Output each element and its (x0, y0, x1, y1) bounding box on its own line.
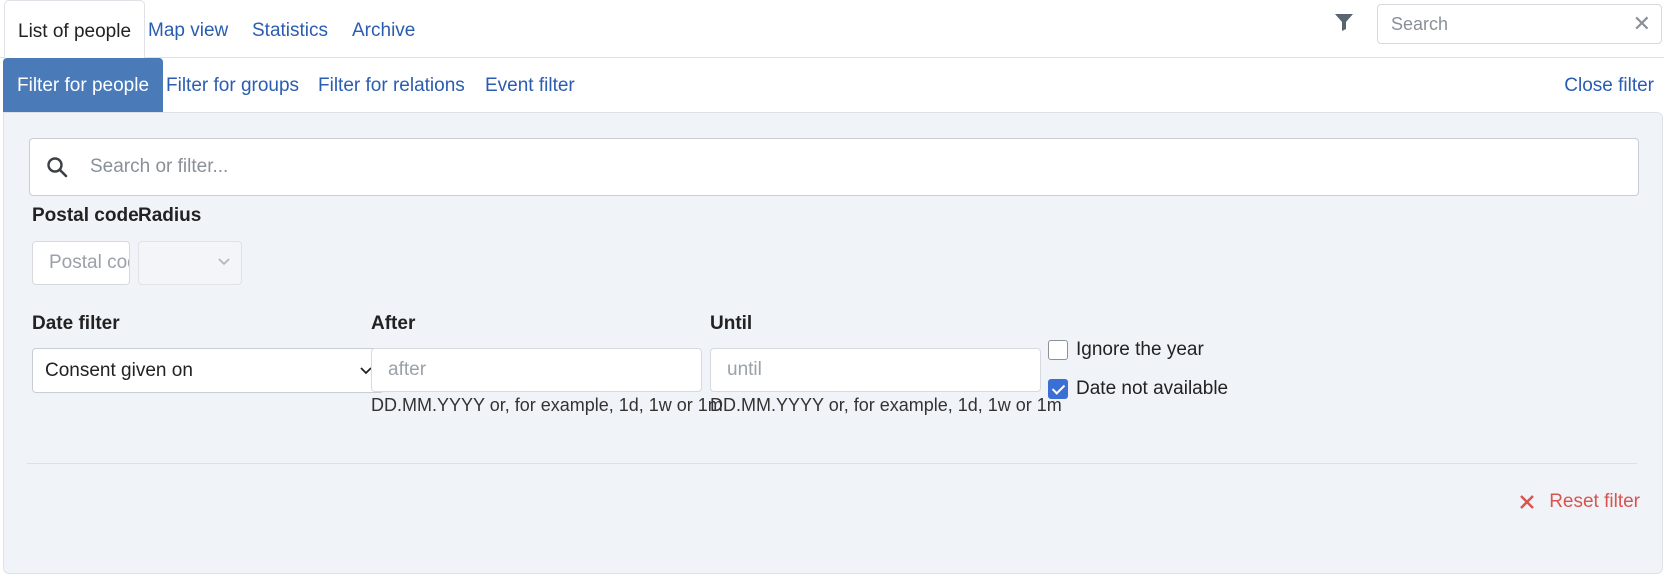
postal-code-label: Postal code (32, 205, 139, 226)
ignore-year-option[interactable]: Ignore the year (1048, 337, 1204, 363)
ignore-year-checkbox[interactable] (1048, 340, 1068, 360)
close-filter-link[interactable]: Close filter (1564, 58, 1654, 112)
chevron-down-icon (218, 258, 230, 266)
ignore-year-label: Ignore the year (1076, 339, 1204, 360)
date-not-available-label: Date not available (1076, 378, 1229, 399)
until-label: Until (710, 313, 753, 334)
global-search-input[interactable] (1378, 5, 1618, 43)
search-icon (47, 157, 68, 178)
reset-filter-button[interactable]: Reset filter (1519, 491, 1640, 513)
filter-tab-groups[interactable]: Filter for groups (166, 58, 299, 112)
filter-tab-events[interactable]: Event filter (485, 58, 575, 112)
date-filter-label: Date filter (32, 313, 120, 334)
close-icon[interactable]: ✕ (1633, 12, 1651, 36)
global-search-box: ✕ (1377, 4, 1662, 44)
radius-label: Radius (138, 205, 202, 226)
reset-filter-label: Reset filter (1549, 491, 1640, 512)
date-not-available-checkbox[interactable] (1048, 379, 1068, 399)
after-hint: DD.MM.YYYY or, for example, 1d, 1w or 1m (371, 395, 723, 415)
tab-archive[interactable]: Archive (352, 0, 415, 58)
filter-search-input[interactable] (90, 147, 1620, 187)
after-date-input[interactable] (371, 348, 702, 392)
filter-tab-people[interactable]: Filter for people (3, 58, 164, 112)
filter-nav: Filter for people Filter for groups Filt… (0, 58, 1664, 114)
date-not-available-option[interactable]: Date not available (1048, 376, 1228, 402)
tab-statistics[interactable]: Statistics (252, 0, 328, 58)
until-hint: DD.MM.YYYY or, for example, 1d, 1w or 1m (710, 395, 1062, 415)
tab-map-view[interactable]: Map view (148, 0, 228, 58)
date-filter-value: Consent given on (45, 360, 193, 381)
until-date-input[interactable] (710, 348, 1041, 392)
postal-code-input[interactable] (32, 241, 130, 285)
filter-tab-relations[interactable]: Filter for relations (318, 58, 465, 112)
date-filter-select[interactable]: Consent given on (32, 348, 384, 393)
after-label: After (371, 313, 416, 334)
filter-icon[interactable] (1334, 12, 1354, 32)
filter-search-box (29, 138, 1639, 196)
tab-list-of-people[interactable]: List of people (4, 0, 146, 59)
radius-select[interactable] (138, 241, 242, 285)
filter-panel: Postal code Radius Date filter After Unt… (3, 112, 1663, 574)
close-icon (1520, 495, 1535, 509)
panel-divider (27, 463, 1637, 464)
main-tab-bar: List of people Map view Statistics Archi… (0, 0, 1664, 59)
